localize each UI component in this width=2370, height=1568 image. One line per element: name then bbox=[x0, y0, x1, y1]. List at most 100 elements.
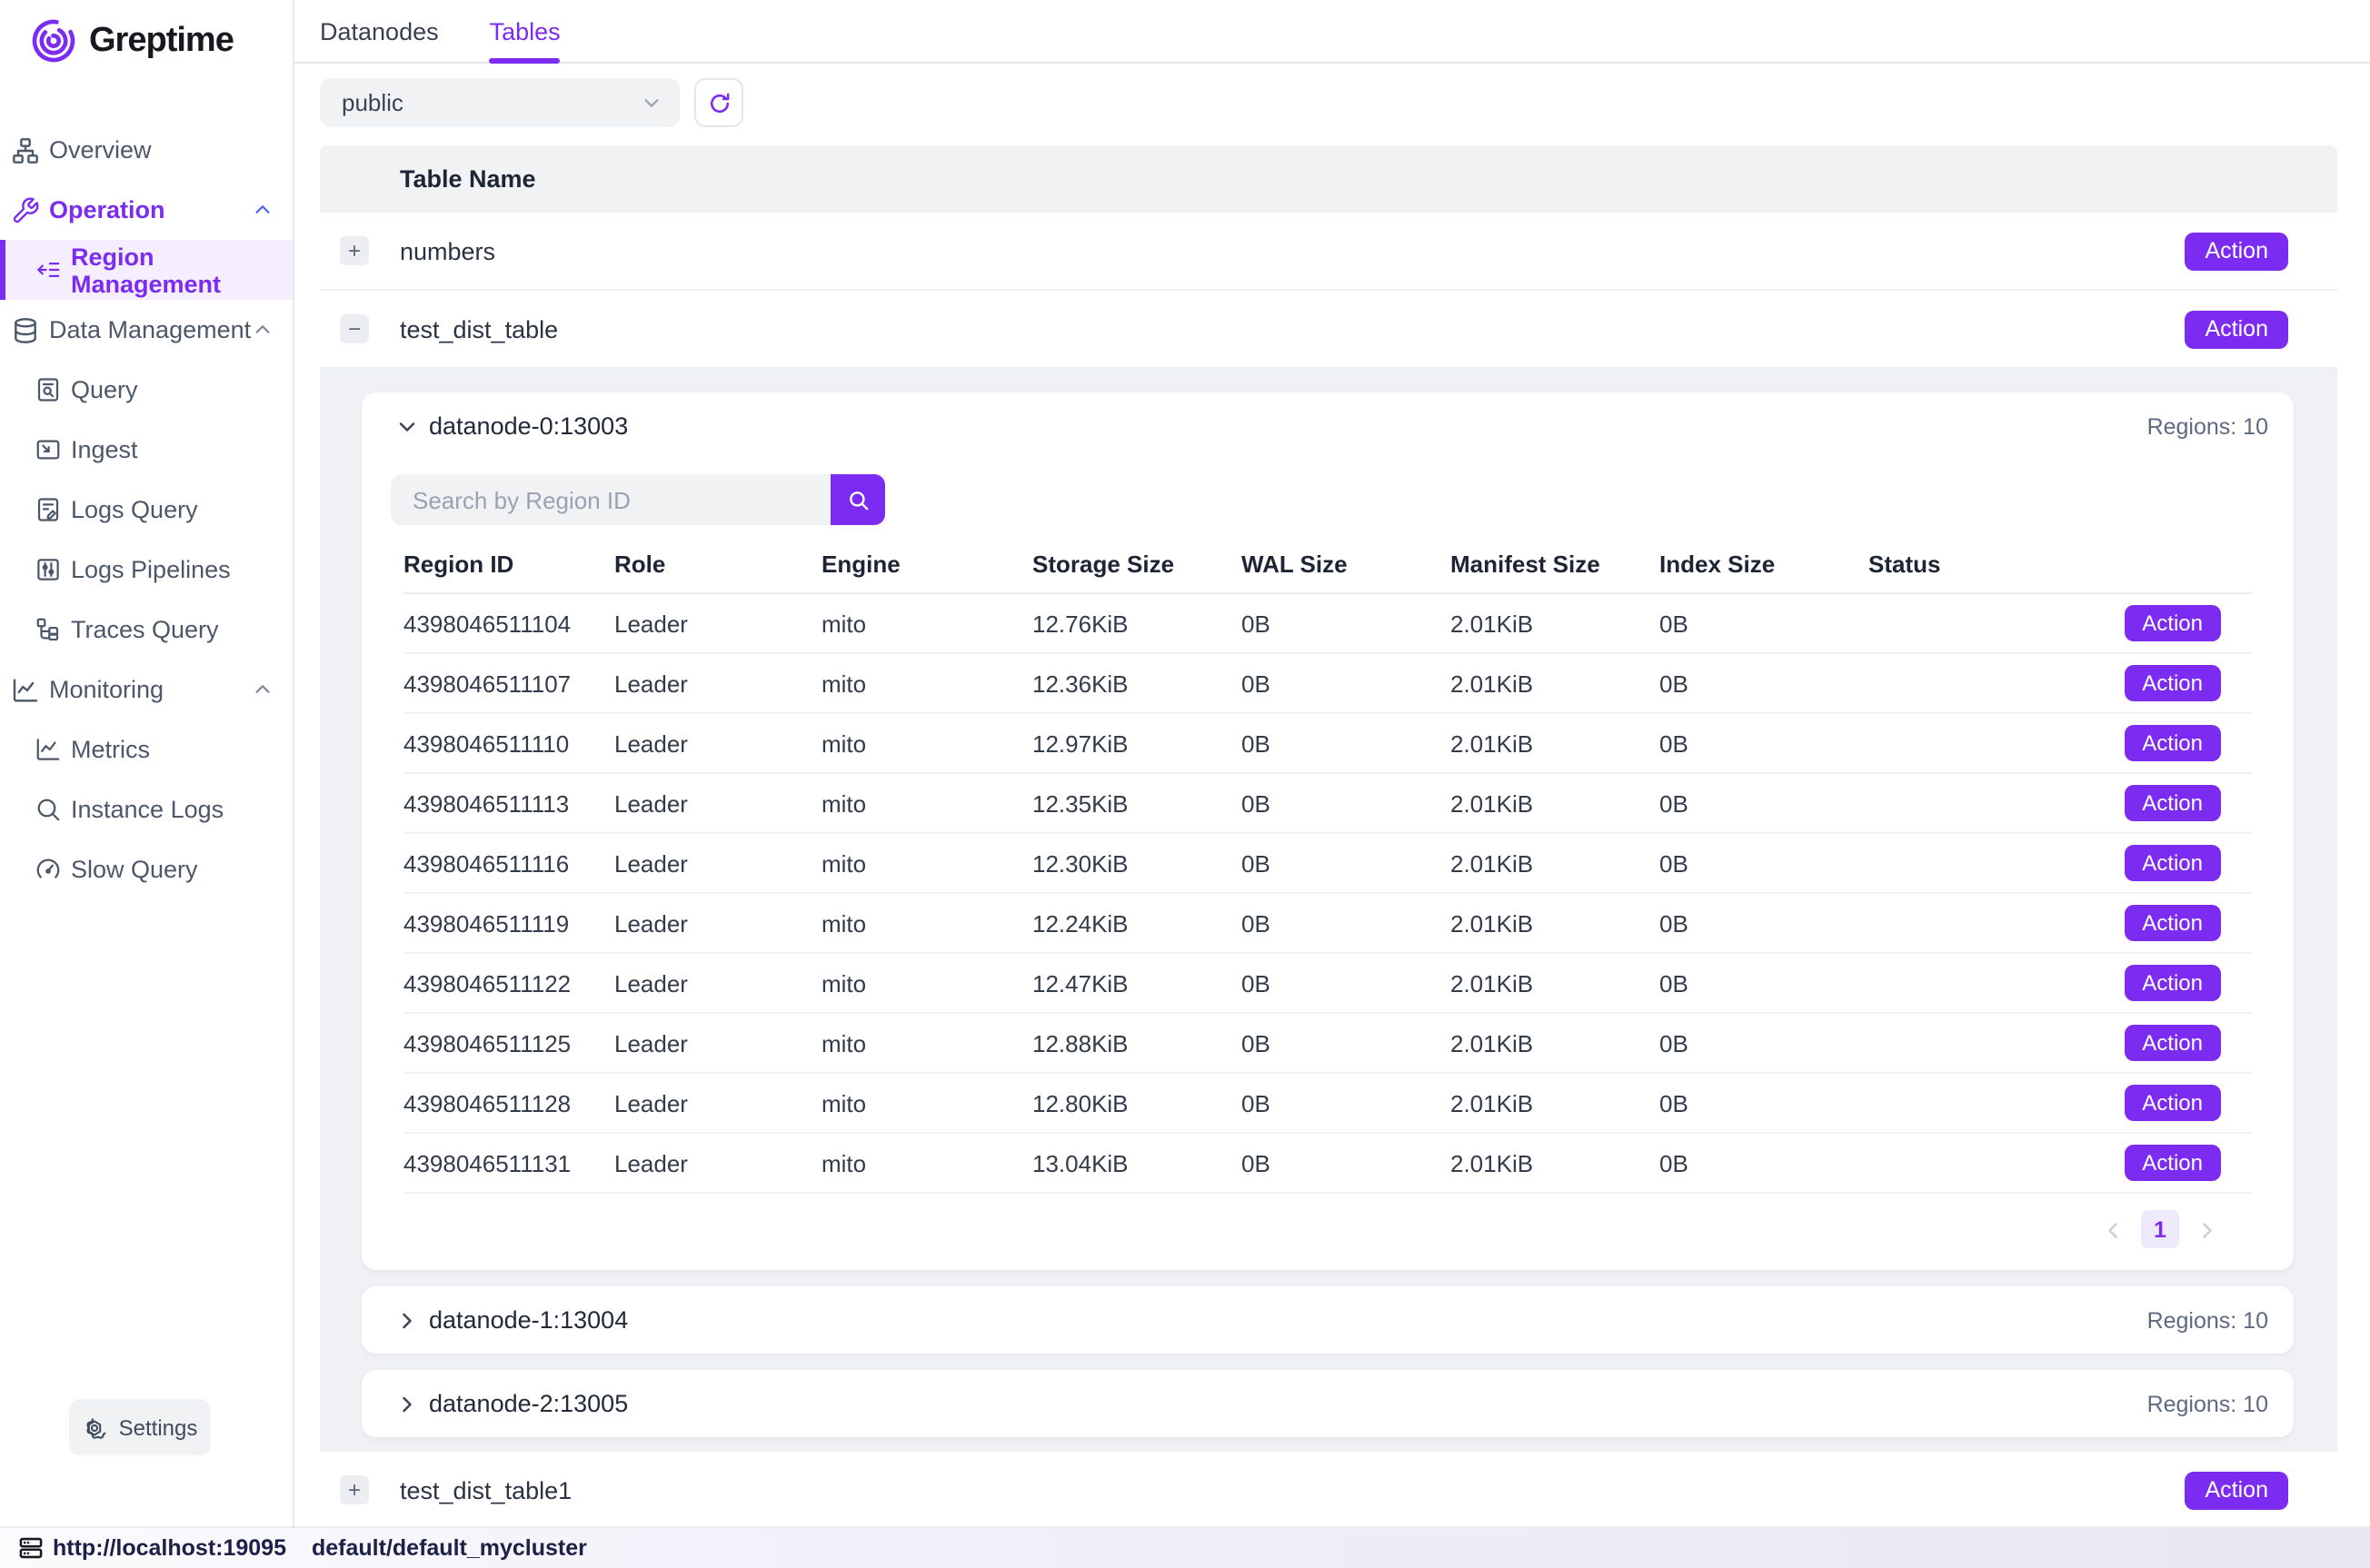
cell-engine: mito bbox=[822, 1149, 1032, 1176]
expand-plus-icon[interactable]: + bbox=[340, 1475, 369, 1504]
cell-storage-size: 12.76KiB bbox=[1032, 610, 1241, 637]
gear-icon bbox=[83, 1414, 108, 1440]
sidebar-item-label: Query bbox=[71, 376, 138, 403]
expand-plus-icon[interactable]: + bbox=[340, 236, 369, 265]
sidebar-item-label: Region Management bbox=[71, 243, 293, 297]
cell-storage-size: 12.30KiB bbox=[1032, 849, 1241, 877]
cell-manifest-size: 2.01KiB bbox=[1450, 1149, 1659, 1176]
brand-logo: Greptime bbox=[0, 0, 293, 65]
cell-region-id: 4398046511131 bbox=[403, 1149, 614, 1176]
sidebar-item-overview[interactable]: Overview bbox=[0, 120, 293, 180]
chevron-right-icon[interactable] bbox=[2196, 1218, 2217, 1240]
action-button[interactable]: Action bbox=[2186, 1471, 2289, 1509]
cell-storage-size: 12.97KiB bbox=[1032, 729, 1241, 757]
cell-role: Leader bbox=[614, 610, 822, 637]
settings-label: Settings bbox=[119, 1414, 198, 1440]
cell-role: Leader bbox=[614, 1149, 822, 1176]
datanode-expand-panel: datanode-0:13003 Regions: 10 bbox=[320, 369, 2337, 1452]
sidebar-item-label: Monitoring bbox=[49, 676, 164, 703]
sidebar-item-query[interactable]: Query bbox=[0, 360, 293, 420]
datanode-card-0: datanode-0:13003 Regions: 10 bbox=[362, 392, 2294, 1270]
cell-index-size: 0B bbox=[1659, 610, 1868, 637]
region-table-body: 4398046511104Leadermito12.76KiB0B2.01KiB… bbox=[403, 594, 2252, 1194]
region-table-header: Region ID Role Engine Storage Size WAL S… bbox=[403, 536, 2252, 594]
cell-engine: mito bbox=[822, 849, 1032, 877]
sidebar-item-logs-query[interactable]: Logs Query bbox=[0, 480, 293, 540]
region-table-row: 4398046511119Leadermito12.24KiB0B2.01KiB… bbox=[403, 894, 2252, 954]
col-storage-size: Storage Size bbox=[1032, 551, 1241, 578]
region-table-row: 4398046511113Leadermito12.35KiB0B2.01KiB… bbox=[403, 774, 2252, 834]
action-button[interactable]: Action bbox=[2186, 310, 2289, 348]
cell-storage-size: 12.47KiB bbox=[1032, 969, 1241, 997]
datanode-2-header[interactable]: datanode-2:13005 Regions: 10 bbox=[362, 1370, 2294, 1437]
action-button[interactable]: Action bbox=[2186, 232, 2289, 270]
sidebar-item-label: Data Management bbox=[49, 316, 251, 343]
col-engine: Engine bbox=[822, 551, 1032, 578]
collapse-minus-icon[interactable]: − bbox=[340, 314, 369, 343]
refresh-button[interactable] bbox=[694, 78, 743, 127]
status-bar: http://localhost:19095 default/default_m… bbox=[0, 1528, 2370, 1568]
sidebar-item-data-management[interactable]: Data Management bbox=[0, 300, 293, 360]
sidebar-item-label: Traces Query bbox=[71, 616, 219, 643]
table-row-test-dist-table: − test_dist_table Action bbox=[320, 291, 2337, 369]
settings-button[interactable]: Settings bbox=[69, 1399, 211, 1455]
chevron-left-icon[interactable] bbox=[2103, 1218, 2125, 1240]
sidebar-item-slow-query[interactable]: Slow Query bbox=[0, 839, 293, 899]
datanode-name: datanode-1:13004 bbox=[429, 1306, 628, 1334]
action-button[interactable]: Action bbox=[2124, 665, 2221, 701]
table-row-test-dist-table1: + test_dist_table1 Action bbox=[320, 1452, 2337, 1528]
cluster-name[interactable]: default/default_mycluster bbox=[312, 1535, 587, 1561]
chevron-down-icon bbox=[642, 93, 662, 113]
action-button[interactable]: Action bbox=[2124, 725, 2221, 761]
sidebar-item-metrics[interactable]: Metrics bbox=[0, 719, 293, 779]
sidebar-item-region-management[interactable]: Region Management bbox=[0, 240, 293, 300]
action-button[interactable]: Action bbox=[2124, 605, 2221, 641]
tab-datanodes[interactable]: Datanodes bbox=[320, 0, 439, 63]
sidebar-item-traces-query[interactable]: Traces Query bbox=[0, 600, 293, 660]
region-search-input[interactable] bbox=[391, 474, 831, 525]
region-table-row: 4398046511131Leadermito13.04KiB0B2.01KiB… bbox=[403, 1134, 2252, 1194]
regions-count: Regions: 10 bbox=[2147, 1307, 2268, 1333]
chevron-up-icon bbox=[253, 200, 273, 220]
sidebar-item-label: Ingest bbox=[71, 436, 138, 463]
toolbar: public bbox=[320, 78, 743, 127]
cell-storage-size: 12.80KiB bbox=[1032, 1089, 1241, 1116]
sidebar-item-instance-logs[interactable]: Instance Logs bbox=[0, 779, 293, 839]
table-name: numbers bbox=[400, 237, 2155, 264]
sidebar-item-logs-pipelines[interactable]: Logs Pipelines bbox=[0, 540, 293, 600]
cell-storage-size: 12.24KiB bbox=[1032, 909, 1241, 937]
cell-manifest-size: 2.01KiB bbox=[1450, 729, 1659, 757]
sidebar-item-label: Logs Pipelines bbox=[71, 556, 231, 583]
sidebar-item-label: Operation bbox=[49, 196, 165, 223]
sidebar-item-monitoring[interactable]: Monitoring bbox=[0, 660, 293, 719]
cell-storage-size: 12.35KiB bbox=[1032, 789, 1241, 817]
sidebar-item-operation[interactable]: Operation bbox=[0, 180, 293, 240]
page-number-current[interactable]: 1 bbox=[2141, 1210, 2179, 1248]
col-region-id: Region ID bbox=[403, 551, 614, 578]
action-button[interactable]: Action bbox=[2124, 1145, 2221, 1181]
datanode-1-header[interactable]: datanode-1:13004 Regions: 10 bbox=[362, 1286, 2294, 1354]
datanode-0-header[interactable]: datanode-0:13003 Regions: 10 bbox=[362, 392, 2294, 460]
table-name: test_dist_table1 bbox=[400, 1476, 2155, 1503]
action-button[interactable]: Action bbox=[2124, 905, 2221, 941]
connection-url[interactable]: http://localhost:19095 bbox=[53, 1535, 286, 1561]
col-role: Role bbox=[614, 551, 822, 578]
sidebar-item-ingest[interactable]: Ingest bbox=[0, 420, 293, 480]
schema-select[interactable]: public bbox=[320, 78, 680, 127]
action-button[interactable]: Action bbox=[2124, 785, 2221, 821]
action-button[interactable]: Action bbox=[2124, 1025, 2221, 1061]
regions-count: Regions: 10 bbox=[2147, 1391, 2268, 1416]
tab-tables[interactable]: Tables bbox=[490, 0, 561, 63]
action-button[interactable]: Action bbox=[2124, 845, 2221, 881]
region-table-row: 4398046511122Leadermito12.47KiB0B2.01KiB… bbox=[403, 954, 2252, 1014]
cell-region-id: 4398046511119 bbox=[403, 909, 614, 937]
action-button[interactable]: Action bbox=[2124, 1085, 2221, 1121]
chevron-up-icon bbox=[253, 680, 273, 700]
table-name-column-header: Table Name bbox=[400, 165, 536, 193]
cell-role: Leader bbox=[614, 969, 822, 997]
cell-index-size: 0B bbox=[1659, 729, 1868, 757]
instance-logs-icon bbox=[35, 796, 62, 823]
search-button[interactable] bbox=[831, 474, 885, 525]
action-button[interactable]: Action bbox=[2124, 965, 2221, 1001]
cell-manifest-size: 2.01KiB bbox=[1450, 610, 1659, 637]
